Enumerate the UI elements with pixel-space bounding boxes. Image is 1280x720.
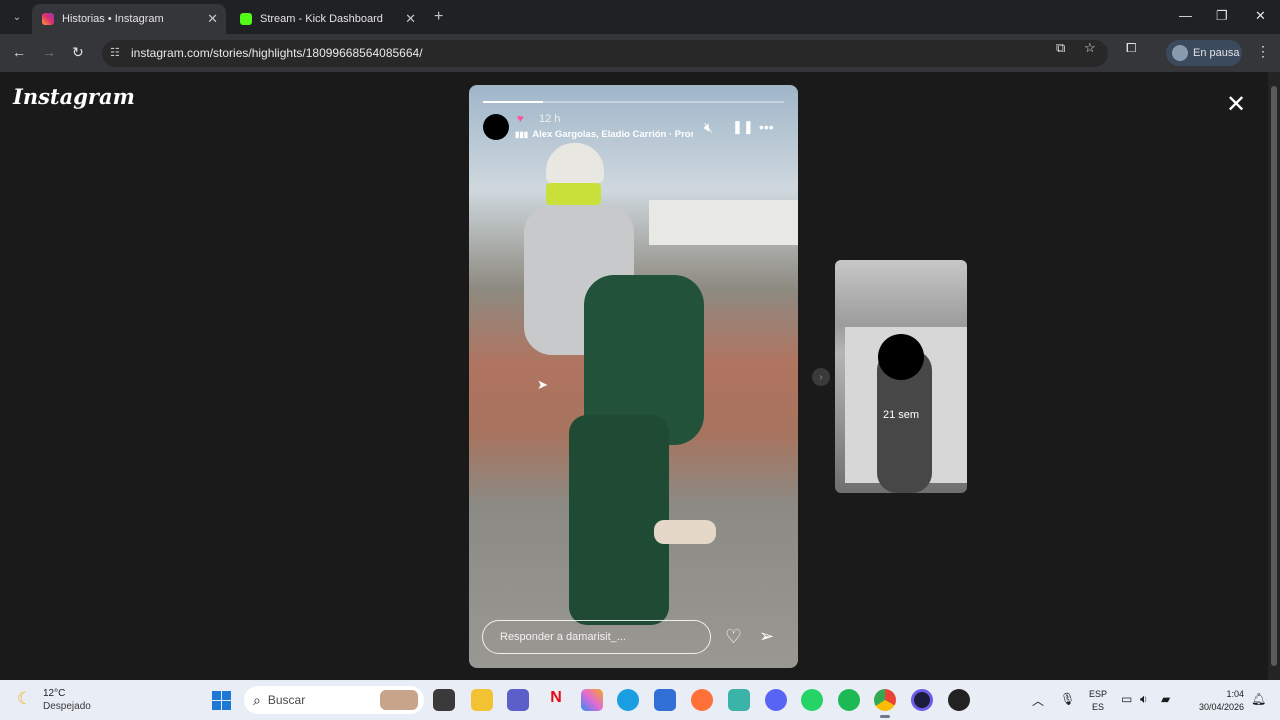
avatar	[1172, 45, 1188, 61]
windows-taskbar: ☾ 12°C Despejado ⌕ Buscar N ︿ 🎙︎ ESP ES …	[0, 680, 1280, 720]
next-story-age: 21 sem	[882, 409, 920, 421]
story-photo-figure	[546, 143, 604, 183]
clock-time: 1:04	[1226, 689, 1244, 699]
back-button[interactable]: ←	[12, 44, 26, 60]
share-send-icon[interactable]: ➢	[759, 626, 774, 647]
close-window-button[interactable]: ✕	[1255, 8, 1266, 24]
instagram-logo[interactable]: Instagram	[13, 84, 135, 109]
reply-placeholder: Responder a damarisit_...	[500, 631, 626, 643]
spotify-icon[interactable]	[838, 689, 860, 711]
reload-button[interactable]: ↻	[72, 44, 84, 61]
tab-title: Stream - Kick Dashboard	[260, 13, 383, 25]
steam-icon[interactable]	[948, 689, 970, 711]
store-icon[interactable]	[654, 689, 676, 711]
scrollbar-thumb[interactable]	[1271, 86, 1277, 666]
lang-top: ESP	[1089, 689, 1108, 699]
task-view-icon[interactable]	[433, 689, 455, 711]
discord-icon[interactable]	[765, 689, 787, 711]
tab-strip: ⌄ Historias • Instagram ✕ Stream - Kick …	[0, 0, 1280, 34]
network-icon[interactable]: ▭	[1121, 692, 1132, 706]
scrollbar[interactable]	[1268, 72, 1280, 680]
profile-button[interactable]: En pausa	[1166, 40, 1242, 66]
pause-icon[interactable]: ❚❚	[732, 119, 754, 135]
instagram-favicon-icon	[42, 13, 54, 25]
extensions-icon[interactable]: ⧠	[1126, 40, 1136, 56]
notepad-icon[interactable]	[728, 689, 750, 711]
clock-date: 30/04/2026	[1198, 702, 1244, 712]
browser-menu-icon[interactable]: ⋮	[1256, 43, 1270, 60]
volume-icon[interactable]: 🔉︎	[1140, 692, 1148, 707]
more-options-icon[interactable]: •••	[759, 119, 774, 135]
story-progress-bar	[483, 101, 784, 103]
story-photo-figure	[569, 415, 669, 625]
file-explorer-icon[interactable]	[471, 689, 493, 711]
story-photo-figure	[654, 520, 716, 544]
story-time: 12 h	[539, 113, 561, 125]
close-tab-icon[interactable]: ✕	[207, 11, 218, 27]
netflix-icon[interactable]: N	[545, 689, 567, 711]
tab-title: Historias • Instagram	[62, 13, 164, 25]
next-story-avatar	[878, 334, 924, 380]
tab-instagram[interactable]: Historias • Instagram ✕	[32, 4, 226, 34]
show-hidden-icons-icon[interactable]: ︿	[1032, 692, 1044, 709]
browser-toolbar: ← → ↻ ☷ instagram.com/stories/highlights…	[0, 34, 1280, 72]
microphone-icon[interactable]: 🎙︎	[1060, 692, 1075, 706]
story-photo-tent	[649, 200, 798, 245]
kick-favicon-icon	[240, 13, 252, 25]
story-photo-figure	[546, 183, 601, 205]
heart-emoji-icon: ♥	[517, 113, 524, 125]
search-highlight-image	[380, 690, 418, 710]
story-music-label[interactable]: ▮▮▮ Alex Gargolas, Eladio Carrión · Prom	[515, 129, 693, 140]
muted-speaker-icon[interactable]: 🔇︎	[704, 119, 713, 136]
site-info-icon[interactable]: ☷	[110, 46, 120, 59]
notifications-bell-icon[interactable]: 🔔︎	[1251, 692, 1266, 706]
address-bar[interactable]: ☷ instagram.com/stories/highlights/18099…	[102, 40, 1108, 67]
install-app-icon[interactable]: ⧉	[1056, 40, 1065, 56]
music-bars-icon: ▮▮▮	[515, 130, 529, 139]
close-tab-icon[interactable]: ✕	[405, 11, 416, 27]
bookmark-star-icon[interactable]: ☆	[1084, 40, 1096, 56]
windows-start-icon[interactable]	[212, 691, 231, 710]
weather-desc[interactable]: Despejado	[43, 701, 91, 712]
teams-icon[interactable]	[507, 689, 529, 711]
story-owner-avatar[interactable]	[483, 114, 509, 140]
reply-input[interactable]: Responder a damarisit_...	[482, 620, 711, 654]
mouse-cursor-icon: ➤	[537, 377, 548, 392]
taskbar-search-box[interactable]: ⌕ Buscar	[244, 686, 424, 714]
maximize-button[interactable]: ❐	[1216, 8, 1228, 24]
weather-temp[interactable]: 12°C	[43, 688, 65, 699]
forward-button[interactable]: →	[42, 44, 56, 60]
whatsapp-icon[interactable]	[801, 689, 823, 711]
system-clock[interactable]: 1:04 30/04/2026	[1190, 688, 1244, 714]
new-tab-button[interactable]: +	[434, 8, 443, 26]
edge-icon[interactable]	[617, 689, 639, 711]
profile-label: En pausa	[1193, 47, 1240, 59]
story-progress-fill	[483, 101, 544, 103]
tab-search-button[interactable]: ⌄	[6, 6, 28, 28]
firefox-icon[interactable]	[691, 689, 713, 711]
like-heart-icon[interactable]: ♡	[725, 626, 742, 649]
battery-icon[interactable]: ▰	[1161, 692, 1170, 706]
close-story-icon[interactable]: ✕	[1226, 90, 1246, 119]
search-placeholder: Buscar	[267, 693, 306, 707]
url-text: instagram.com/stories/highlights/1809966…	[131, 46, 423, 60]
search-icon: ⌕	[253, 691, 261, 708]
story-viewer[interactable]: ♥ 12 h ▮▮▮ Alex Gargolas, Eladio Carrión …	[469, 85, 798, 668]
chrome-icon[interactable]	[874, 689, 896, 718]
moon-weather-icon[interactable]: ☾	[17, 689, 32, 709]
next-story-arrow-icon[interactable]: ›	[812, 368, 830, 386]
minimize-button[interactable]: —	[1179, 8, 1192, 23]
input-language[interactable]: ESP ES	[1089, 688, 1107, 714]
music-text: Alex Gargolas, Eladio Carrión · Prom	[532, 129, 693, 140]
tab-kick[interactable]: Stream - Kick Dashboard ✕	[230, 4, 424, 34]
lang-bottom: ES	[1092, 702, 1105, 712]
next-story-preview[interactable]: 21 sem	[835, 260, 967, 493]
copilot-icon[interactable]	[581, 689, 603, 711]
obs-icon[interactable]	[911, 689, 933, 711]
